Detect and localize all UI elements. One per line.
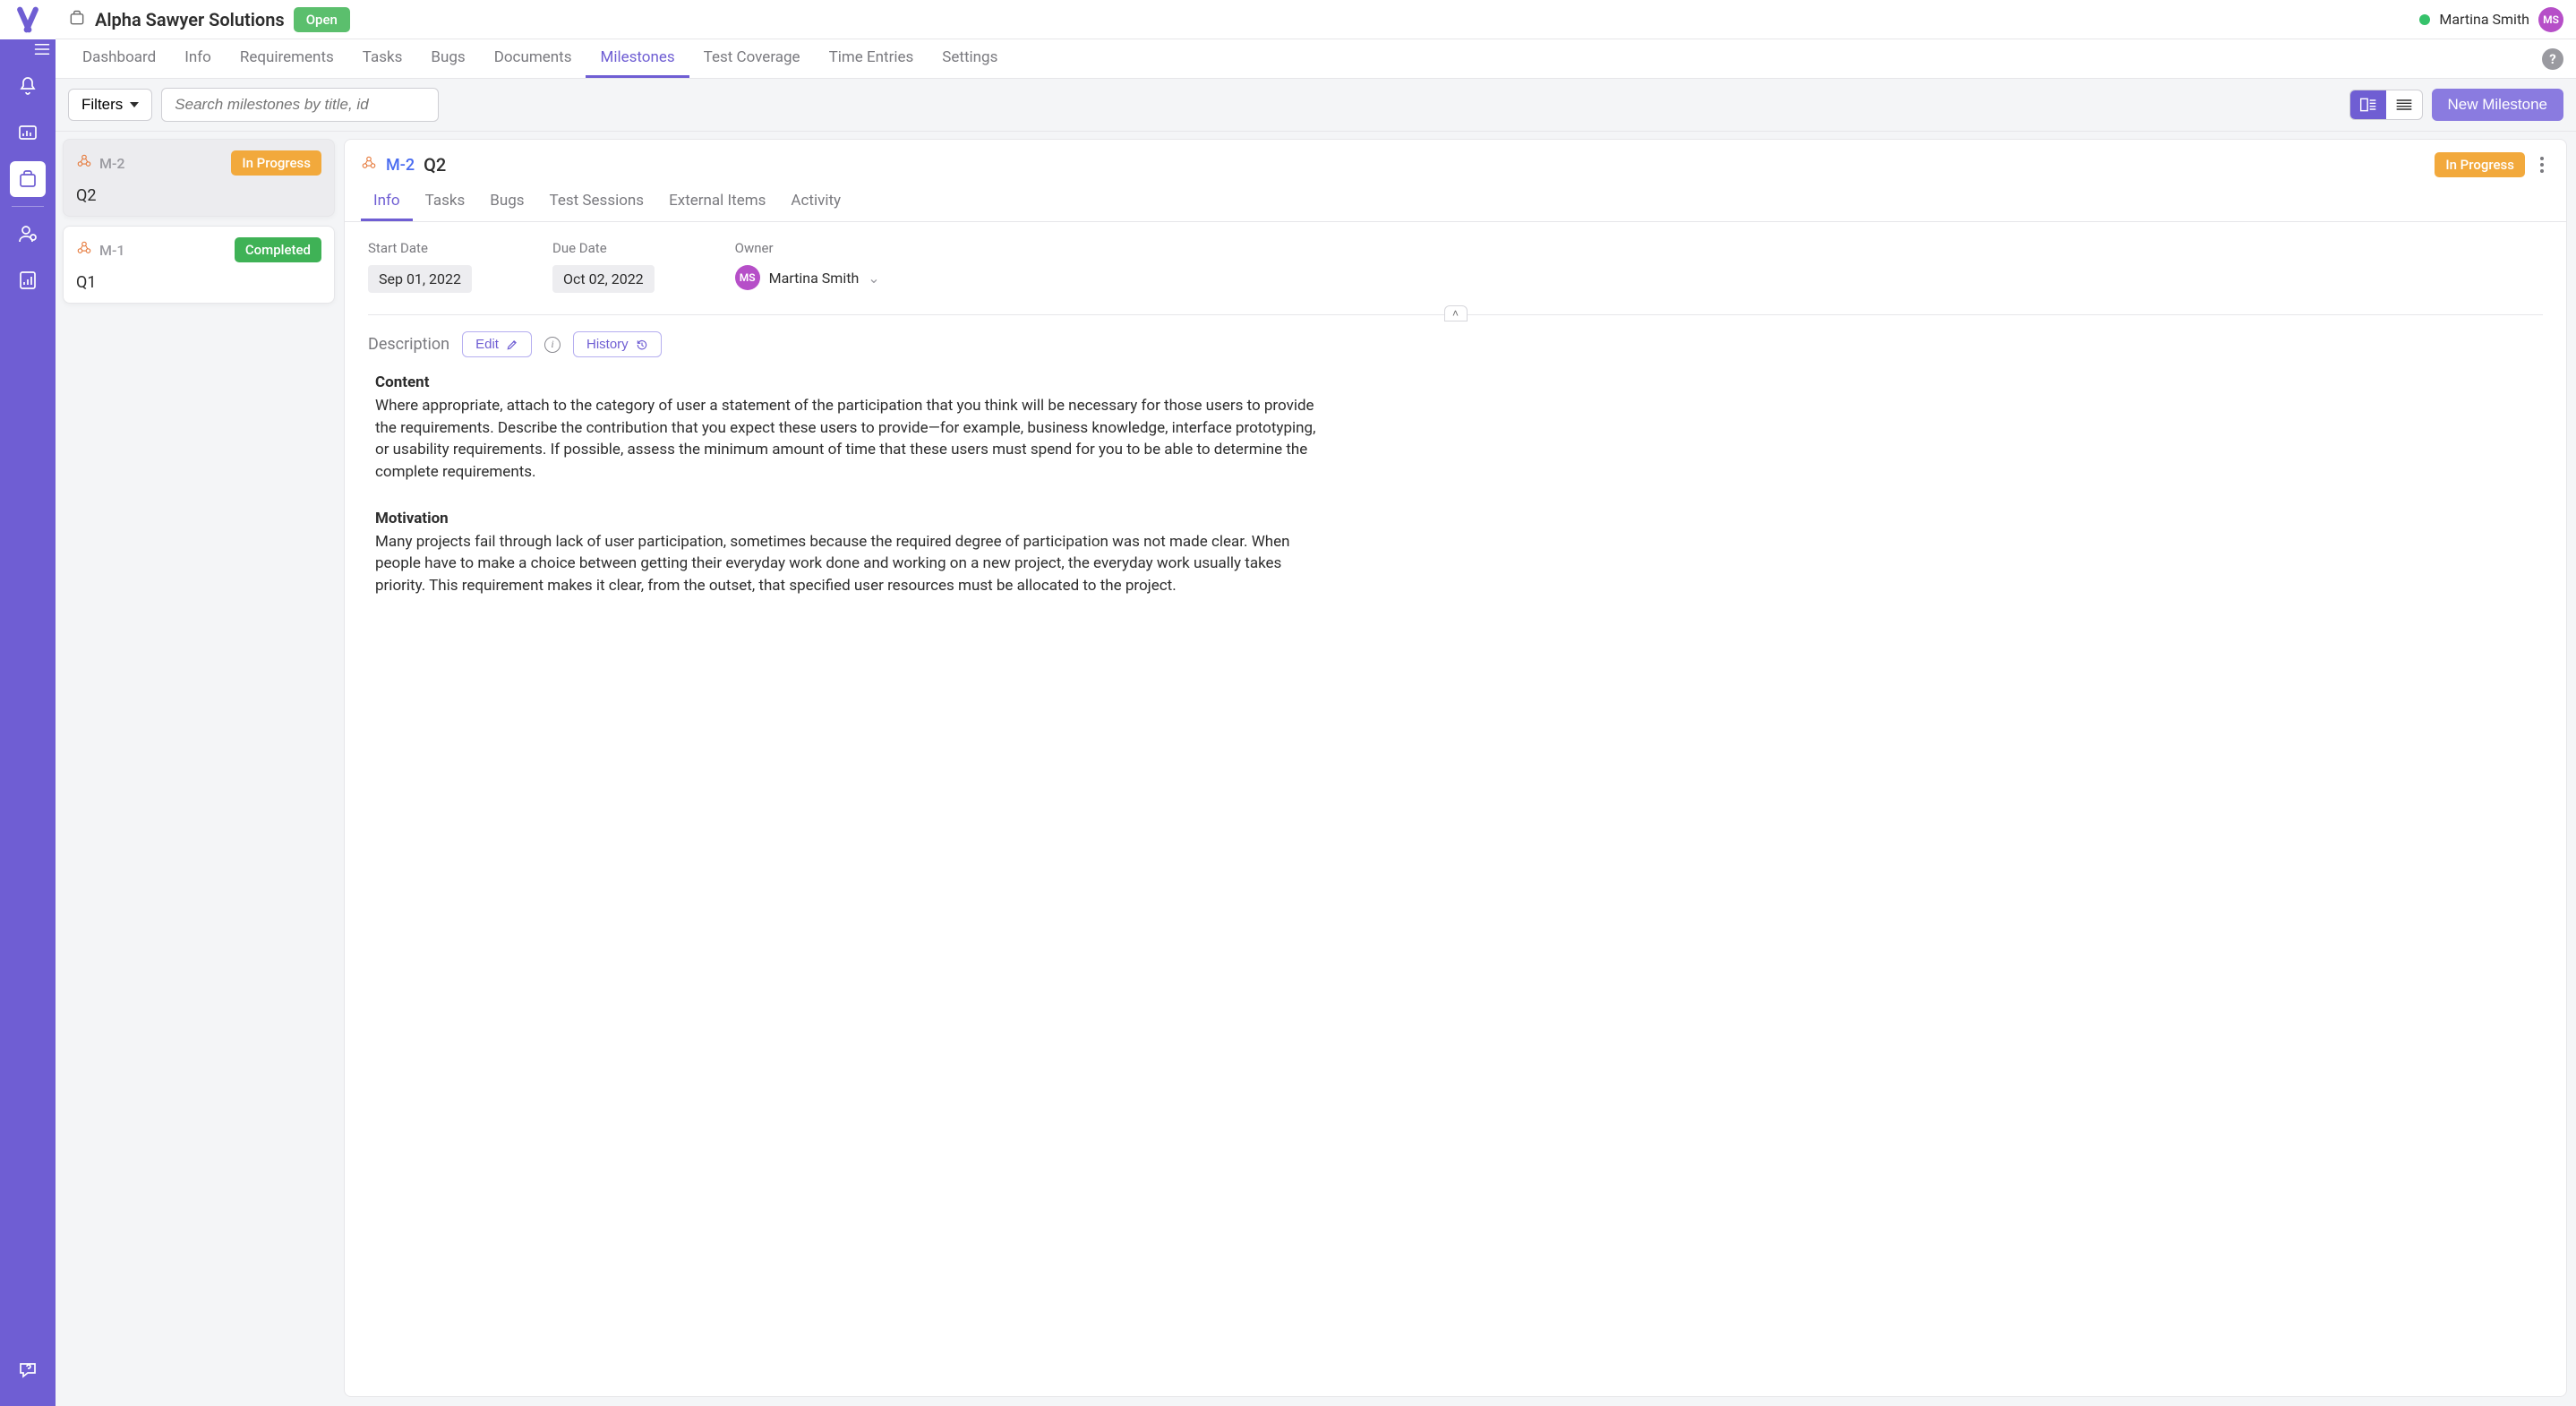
- detail-tab-test-sessions[interactable]: Test Sessions: [537, 184, 657, 221]
- project-name: Alpha Sawyer Solutions: [95, 9, 285, 30]
- search-input[interactable]: [161, 88, 439, 122]
- new-milestone-button[interactable]: New Milestone: [2432, 89, 2564, 121]
- detail-tab-external-items[interactable]: External Items: [656, 184, 778, 221]
- status-badge: Completed: [235, 237, 321, 262]
- left-rail: [0, 0, 56, 1406]
- main-area: Alpha Sawyer Solutions Open Martina Smit…: [56, 0, 2576, 1406]
- status-badge: In Progress: [231, 150, 321, 176]
- milestone-icon: [361, 155, 377, 175]
- info-icon[interactable]: i: [544, 337, 561, 353]
- history-button[interactable]: History: [573, 331, 662, 357]
- milestone-card[interactable]: M-1 Completed Q1: [63, 226, 335, 304]
- desc-paragraph: Where appropriate, attach to the categor…: [375, 395, 1317, 484]
- tab-dashboard[interactable]: Dashboard: [68, 39, 170, 78]
- detail-tab-tasks[interactable]: Tasks: [413, 184, 478, 221]
- start-date-value[interactable]: Sep 01, 2022: [368, 265, 472, 293]
- view-toggle: [2349, 90, 2423, 120]
- project-icon: [68, 9, 86, 30]
- detail-header: M-2 Q2 In Progress: [345, 140, 2566, 177]
- detail-title: Q2: [424, 154, 446, 176]
- filters-label: Filters: [81, 96, 123, 114]
- kebab-menu-icon[interactable]: [2534, 157, 2550, 173]
- help-icon[interactable]: ?: [2542, 48, 2563, 70]
- owner-name: Martina Smith: [769, 270, 860, 287]
- start-date-label: Start Date: [368, 240, 472, 256]
- history-label: History: [586, 337, 629, 352]
- milestone-card[interactable]: M-2 In Progress Q2: [63, 139, 335, 217]
- detail-tabs: Info Tasks Bugs Test Sessions External I…: [345, 177, 2566, 222]
- section-divider: ˄: [368, 314, 2543, 315]
- view-card-button[interactable]: [2350, 90, 2386, 119]
- project-tabs: Dashboard Info Requirements Tasks Bugs D…: [56, 39, 2576, 79]
- chevron-down-icon: ⌄: [868, 270, 879, 287]
- tab-tasks[interactable]: Tasks: [348, 39, 417, 78]
- due-date-label: Due Date: [552, 240, 655, 256]
- owner-label: Owner: [735, 240, 880, 256]
- detail-body: Start Date Sep 01, 2022 Due Date Oct 02,…: [345, 222, 2566, 1396]
- project-status-pill[interactable]: Open: [294, 7, 350, 32]
- owner-field: Owner MS Martina Smith ⌄: [735, 240, 880, 290]
- rail-projects[interactable]: [10, 161, 46, 197]
- rail-collapse-icon[interactable]: [0, 39, 56, 63]
- desc-heading: Content: [375, 373, 1317, 391]
- detail-tab-bugs[interactable]: Bugs: [477, 184, 536, 221]
- tab-settings[interactable]: Settings: [928, 39, 1012, 78]
- rail-support[interactable]: [10, 1352, 46, 1388]
- milestone-title: Q1: [76, 273, 321, 292]
- milestone-id: M-2: [99, 155, 125, 172]
- detail-tab-activity[interactable]: Activity: [778, 184, 853, 221]
- caret-down-icon: [130, 102, 139, 107]
- tab-test-coverage[interactable]: Test Coverage: [689, 39, 815, 78]
- rail-dashboard[interactable]: [10, 115, 46, 150]
- milestone-list: M-2 In Progress Q2 M-1 Completed Q1: [56, 132, 342, 1406]
- milestone-id: M-1: [99, 242, 125, 259]
- filters-button[interactable]: Filters: [68, 89, 152, 121]
- tab-requirements[interactable]: Requirements: [226, 39, 348, 78]
- milestone-title: Q2: [76, 186, 321, 205]
- current-user-name[interactable]: Martina Smith: [2439, 11, 2529, 28]
- edit-label: Edit: [475, 337, 499, 352]
- description-label: Description: [368, 335, 449, 354]
- desc-paragraph: Many projects fail through lack of user …: [375, 531, 1317, 597]
- description-content: Content Where appropriate, attach to the…: [368, 373, 1317, 614]
- start-date-field: Start Date Sep 01, 2022: [368, 240, 472, 293]
- due-date-field: Due Date Oct 02, 2022: [552, 240, 655, 293]
- due-date-value[interactable]: Oct 02, 2022: [552, 265, 655, 293]
- edit-description-button[interactable]: Edit: [462, 331, 532, 357]
- app-logo[interactable]: [0, 0, 56, 39]
- collapse-toggle[interactable]: ˄: [1444, 305, 1468, 321]
- rail-notifications[interactable]: [10, 68, 46, 104]
- presence-indicator: [2419, 14, 2430, 25]
- owner-avatar: MS: [735, 265, 760, 290]
- rail-reports[interactable]: [10, 262, 46, 298]
- view-list-button[interactable]: [2386, 90, 2422, 119]
- content-split: M-2 In Progress Q2 M-1 Completed Q1: [56, 132, 2576, 1406]
- rail-separator: [12, 206, 44, 207]
- current-user-avatar[interactable]: MS: [2538, 7, 2563, 32]
- top-bar: Alpha Sawyer Solutions Open Martina Smit…: [56, 0, 2576, 39]
- desc-heading: Motivation: [375, 510, 1317, 527]
- tab-documents[interactable]: Documents: [480, 39, 586, 78]
- milestone-icon: [76, 240, 92, 260]
- milestone-icon: [76, 153, 92, 173]
- description-toolbar: Description Edit i History: [368, 331, 2543, 357]
- detail-status-badge[interactable]: In Progress: [2435, 152, 2525, 177]
- owner-picker[interactable]: MS Martina Smith ⌄: [735, 265, 880, 290]
- detail-tab-info[interactable]: Info: [361, 184, 413, 221]
- milestones-toolbar: Filters New Milestone: [56, 79, 2576, 132]
- tab-bugs[interactable]: Bugs: [416, 39, 479, 78]
- tab-time-entries[interactable]: Time Entries: [815, 39, 929, 78]
- milestone-detail: M-2 Q2 In Progress Info Tasks Bugs Test …: [344, 139, 2567, 1397]
- detail-id-link[interactable]: M-2: [386, 156, 415, 175]
- tab-milestones[interactable]: Milestones: [586, 39, 689, 78]
- meta-row: Start Date Sep 01, 2022 Due Date Oct 02,…: [368, 240, 2543, 293]
- rail-people[interactable]: [10, 216, 46, 252]
- tab-info[interactable]: Info: [170, 39, 226, 78]
